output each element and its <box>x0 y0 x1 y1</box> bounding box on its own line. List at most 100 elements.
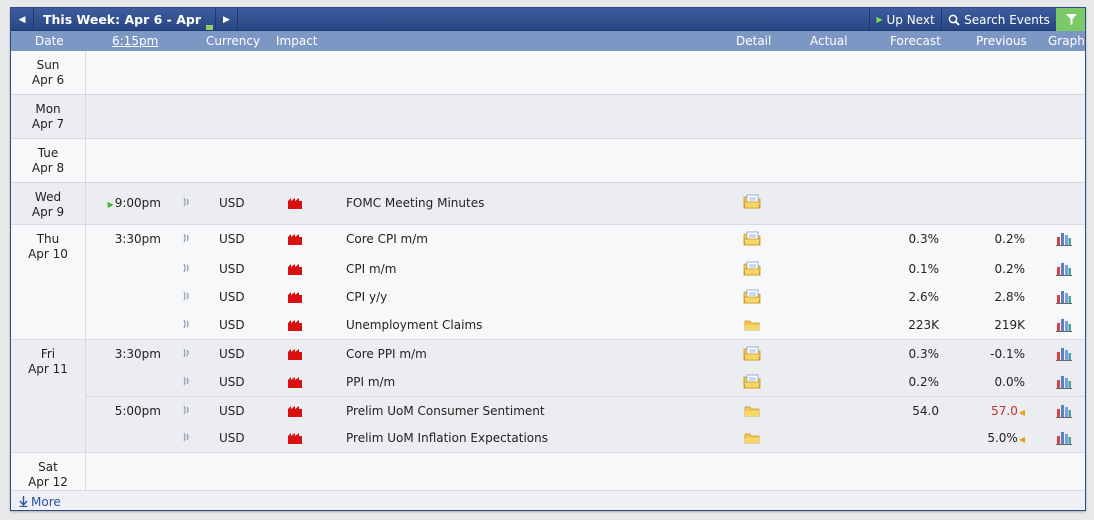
event-previous: 0.0% <box>994 375 1026 389</box>
day-date: Apr 12 <box>28 475 68 489</box>
revised-arrow-icon[interactable]: ◀ <box>1019 408 1025 417</box>
event-time: 3:30pm <box>114 347 161 361</box>
graph-icon[interactable] <box>1056 403 1072 418</box>
table-row[interactable]: USD Unemployment Claims 223K 219K <box>86 311 1085 339</box>
day-block: Wed Apr 9 ▶9:00pm USD FOMC Meeting Minut… <box>11 183 1085 225</box>
event-name[interactable]: Prelim UoM Consumer Sentiment <box>346 404 545 418</box>
event-time: ▶9:00pm <box>107 196 161 210</box>
detail-open-icon[interactable] <box>743 346 761 361</box>
day-label: Fri Apr 11 <box>11 340 86 452</box>
detail-open-icon[interactable] <box>743 231 761 246</box>
chevron-right-icon: ▶ <box>223 14 230 25</box>
download-arrow-icon[interactable] <box>19 496 28 507</box>
event-previous: 5.0%◀ <box>956 431 1025 445</box>
search-events-button[interactable]: Search Events <box>941 8 1056 31</box>
alert-bell-icon[interactable] <box>183 318 191 330</box>
day-date: Apr 9 <box>31 205 65 219</box>
graph-icon[interactable] <box>1056 346 1072 361</box>
event-previous: 0.2% <box>994 232 1026 246</box>
graph-icon[interactable] <box>1056 289 1072 304</box>
impact-high-icon <box>288 292 302 303</box>
table-row[interactable]: 3:30pm USD Core PPI m/m 0.3% -0.1% <box>86 340 1085 368</box>
graph-icon[interactable] <box>1056 231 1072 246</box>
day-block: Tue Apr 8 <box>11 139 1085 183</box>
table-row[interactable]: 3:30pm USD Core CPI m/m 0.3% 0.2% <box>86 225 1085 255</box>
graph-icon[interactable] <box>1056 317 1072 332</box>
table-row[interactable]: 5:00pm USD Prelim UoM Consumer Sentiment… <box>86 396 1085 424</box>
chevron-left-icon: ◀ <box>18 14 26 25</box>
event-forecast: 0.1% <box>908 262 940 276</box>
impact-high-icon <box>288 349 302 360</box>
event-forecast: 0.3% <box>908 347 940 361</box>
table-row[interactable]: ▶9:00pm USD FOMC Meeting Minutes <box>86 183 1085 224</box>
more-link[interactable]: More <box>31 495 61 509</box>
next-week-button[interactable]: ▶ <box>215 8 238 31</box>
day-of-week: Fri <box>40 347 56 361</box>
detail-open-icon[interactable] <box>743 194 761 209</box>
graph-icon[interactable] <box>1056 261 1072 276</box>
day-label: Mon Apr 7 <box>11 95 86 138</box>
event-previous: 219K <box>994 318 1025 332</box>
up-next-button[interactable]: ▶ Up Next <box>869 8 941 31</box>
event-forecast: 223K <box>908 318 939 332</box>
col-actual: Actual <box>810 34 848 48</box>
event-name[interactable]: FOMC Meeting Minutes <box>346 196 484 210</box>
alert-bell-icon[interactable] <box>183 431 191 443</box>
day-date: Apr 11 <box>28 362 68 376</box>
revised-value: 57.0 <box>991 404 1018 418</box>
day-label: Sun Apr 6 <box>11 51 86 94</box>
search-events-label: Search Events <box>964 12 1050 27</box>
more-bar: More <box>11 490 1085 510</box>
table-row[interactable]: USD PPI m/m 0.2% 0.0% <box>86 368 1085 396</box>
event-currency: USD <box>219 290 245 304</box>
event-name[interactable]: PPI m/m <box>346 375 395 389</box>
detail-open-icon[interactable] <box>743 374 761 389</box>
alert-bell-icon[interactable] <box>183 196 191 208</box>
col-graph: Graph <box>1048 34 1085 48</box>
graph-icon[interactable] <box>1056 430 1072 445</box>
event-name[interactable]: Prelim UoM Inflation Expectations <box>346 431 548 445</box>
event-forecast: 0.3% <box>908 232 940 246</box>
alert-bell-icon[interactable] <box>183 232 191 244</box>
alert-bell-icon[interactable] <box>183 290 191 302</box>
filter-icon <box>1066 14 1077 25</box>
table-row[interactable]: USD CPI y/y 2.6% 2.8% <box>86 283 1085 311</box>
col-currency: Currency <box>206 34 261 48</box>
detail-open-icon[interactable] <box>743 289 761 304</box>
event-forecast: 2.6% <box>908 290 940 304</box>
event-currency: USD <box>219 262 245 276</box>
play-icon: ▶ <box>876 15 883 24</box>
day-label: Thu Apr 10 <box>11 225 86 339</box>
event-name[interactable]: Core PPI m/m <box>346 347 427 361</box>
revised-arrow-icon[interactable]: ◀ <box>1019 435 1025 444</box>
event-currency: USD <box>219 318 245 332</box>
previous-week-button[interactable]: ◀ <box>11 8 34 31</box>
table-row[interactable]: USD Prelim UoM Inflation Expectations 5.… <box>86 424 1085 452</box>
filter-button[interactable] <box>1056 8 1085 31</box>
alert-bell-icon[interactable] <box>183 375 191 387</box>
alert-bell-icon[interactable] <box>183 347 191 359</box>
graph-icon[interactable] <box>1056 374 1072 389</box>
event-name[interactable]: CPI m/m <box>346 262 396 276</box>
alert-bell-icon[interactable] <box>183 262 191 274</box>
event-name[interactable]: Unemployment Claims <box>346 318 482 332</box>
previous-value: 5.0% <box>987 431 1018 445</box>
day-date: Apr 8 <box>31 161 65 175</box>
detail-open-icon[interactable] <box>743 261 761 276</box>
day-of-week: Thu <box>36 232 60 246</box>
table-row[interactable]: USD CPI m/m 0.1% 0.2% <box>86 255 1085 283</box>
event-name[interactable]: CPI y/y <box>346 290 387 304</box>
up-next-label: Up Next <box>886 12 935 27</box>
detail-folder-icon[interactable] <box>743 430 761 445</box>
event-previous: -0.1% <box>990 347 1025 361</box>
col-impact: Impact <box>276 34 318 48</box>
detail-folder-icon[interactable] <box>743 403 761 418</box>
week-title[interactable]: This Week: Apr 6 - Apr 12 <box>35 8 215 50</box>
col-previous: Previous <box>976 34 1027 48</box>
col-time[interactable]: 6:15pm <box>112 34 158 48</box>
alert-bell-icon[interactable] <box>183 404 191 416</box>
detail-folder-icon[interactable] <box>743 317 761 332</box>
search-icon <box>948 14 960 26</box>
event-name[interactable]: Core CPI m/m <box>346 232 428 246</box>
day-block: Thu Apr 10 3:30pm USD Core CPI m/m 0.3% … <box>11 225 1085 340</box>
